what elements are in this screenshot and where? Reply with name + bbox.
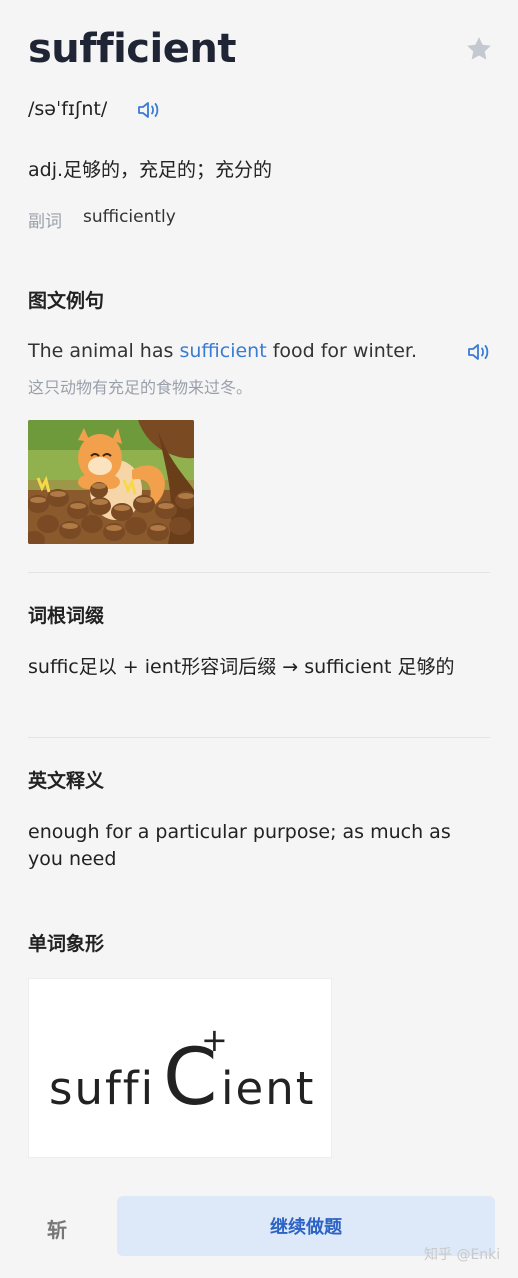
adverb-value[interactable]: sufficiently [83,207,176,227]
roots-text: suffic足以 + ient形容词后缀 → sufficient 足够的 [28,656,455,678]
shape-left: suffi [49,1062,156,1115]
watermark: 知乎 @Enki [424,1247,501,1263]
definition: adj.足够的，充足的；充分的 [28,159,273,181]
example-text-before: The animal has [28,340,180,362]
kill-button[interactable]: 斩 [47,1214,67,1243]
example-translation: 这只动物有充足的食物来过冬。 [28,378,253,397]
english-section-title: 英文释义 [28,770,105,792]
squirrel-illustration [28,420,194,544]
divider [28,737,490,738]
example-illustration[interactable] [28,420,194,544]
adverb-label: 副词 [28,212,62,232]
shape-plus: + [201,1021,228,1059]
shape-section-title: 单词象形 [28,933,105,955]
word-shape-image: suffi C + ient [28,978,332,1158]
word-title: sufficient [28,26,236,72]
divider [28,572,490,573]
example-text-after: food for winter. [266,340,418,362]
example-speaker-icon[interactable] [466,341,492,363]
english-definition: enough for a particular purpose; as much… [28,821,451,870]
speaker-icon[interactable] [136,99,162,121]
phonetic: /səˈfɪʃnt/ [28,98,108,120]
roots-section-title: 词根词缀 [28,605,105,627]
shape-right: ient [221,1062,316,1115]
star-icon[interactable] [464,34,494,64]
example-sentence: The animal has sufficient food for winte… [28,340,468,362]
example-highlight-word[interactable]: sufficient [179,340,266,362]
example-section-title: 图文例句 [28,290,105,312]
